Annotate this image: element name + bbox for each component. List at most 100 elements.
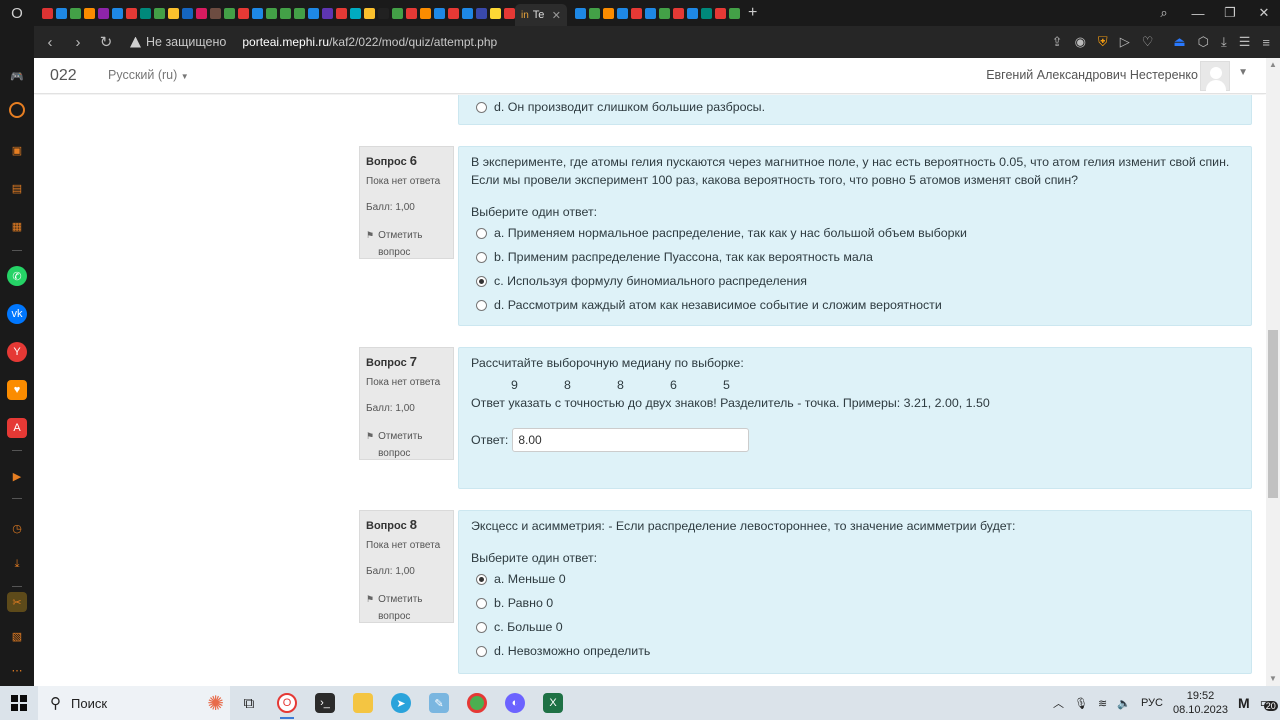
excel-app-icon[interactable]: X <box>534 686 572 720</box>
back-icon[interactable]: ‹ <box>36 26 64 58</box>
settings-icon[interactable]: ☰ <box>1239 34 1251 50</box>
speed-dial-icon[interactable] <box>9 102 25 118</box>
q6-option[interactable]: b. Применим распределение Пуассона, так … <box>476 245 1239 269</box>
taskbar-search[interactable]: ⚲ Поиск ✺ <box>38 686 230 720</box>
chevron-up-icon[interactable]: ︿ <box>1053 695 1064 711</box>
tab-favicon-icon[interactable] <box>294 7 305 19</box>
tab-favicon-icon[interactable] <box>56 7 67 19</box>
q6-radio[interactable] <box>476 299 487 311</box>
course-short-name[interactable]: 022 <box>50 67 77 85</box>
tab-favicon-icon[interactable] <box>392 7 403 19</box>
tab-favicon-icon[interactable] <box>603 7 614 19</box>
flag-question-button[interactable]: ⚑ Отметить вопрос <box>366 428 447 462</box>
yandex-icon[interactable]: Y <box>7 342 27 362</box>
chat-app-icon[interactable]: ◐ <box>496 686 534 720</box>
tab-favicon-icon[interactable] <box>659 7 670 19</box>
forward-icon[interactable]: › <box>64 26 92 58</box>
gamepad-icon[interactable]: 🎮 <box>7 66 27 86</box>
user-name[interactable]: Евгений Александрович Нестеренко <box>986 68 1198 82</box>
page-scrollbar[interactable]: ▲ ▼ <box>1266 58 1280 686</box>
download-icon[interactable]: ⤓ <box>1221 34 1227 50</box>
tab-favicon-icon[interactable] <box>42 7 53 19</box>
heart-icon[interactable]: ♡ <box>1142 34 1154 50</box>
history-icon[interactable]: ◷ <box>7 518 27 538</box>
q6-option[interactable]: d. Рассмотрим каждый атом как независимо… <box>476 293 1239 317</box>
tab-favicon-icon[interactable] <box>504 7 515 19</box>
menu-icon[interactable]: ≡ <box>1262 35 1270 50</box>
q6-option[interactable]: c. Используя формулу биномиального распр… <box>476 269 1239 293</box>
gallery-icon[interactable]: ▧ <box>7 626 27 646</box>
language-menu[interactable]: Русский (ru) ▼ <box>108 68 189 82</box>
tab-favicon-icon[interactable] <box>715 7 726 19</box>
tab-favicon-icon[interactable] <box>645 7 656 19</box>
tab-favicon-icon[interactable] <box>448 7 459 19</box>
chrome-app-icon[interactable] <box>458 686 496 720</box>
url-field[interactable]: porteai.mephi.ru/kaf2/022/mod/quiz/attem… <box>242 35 497 49</box>
tab-favicon-icon[interactable] <box>336 7 347 19</box>
start-button[interactable] <box>0 686 38 720</box>
flow-icon[interactable]: ⏏ <box>1173 34 1185 50</box>
tab-close-icon[interactable]: ✕ <box>552 9 561 22</box>
telegram-app-icon[interactable]: ➤ <box>382 686 420 720</box>
tab-favicon-icon[interactable] <box>112 7 123 19</box>
tab-favicon-icon[interactable] <box>224 7 235 19</box>
camera-icon[interactable]: ◉ <box>1075 34 1086 50</box>
tab-favicon-icon[interactable] <box>729 7 740 19</box>
tab-favicon-icon[interactable] <box>280 7 291 19</box>
opera-logo-icon[interactable]: O <box>0 0 34 26</box>
tab-favicon-icon[interactable] <box>364 7 375 19</box>
tab-favicon-icon[interactable] <box>154 7 165 19</box>
tab-favicon-icon[interactable] <box>701 7 712 19</box>
shield-icon[interactable]: ⛨ <box>1098 34 1108 50</box>
q6-option[interactable]: a. Применяем нормальное распределение, т… <box>476 221 1239 245</box>
task-view-icon[interactable]: ⧉ <box>230 686 268 720</box>
tab-favicon-icon[interactable] <box>476 7 487 19</box>
reload-icon[interactable]: ↻ <box>92 26 120 58</box>
answer-input[interactable] <box>512 428 750 452</box>
tab-favicon-icon[interactable] <box>238 7 249 19</box>
tab-favicon-icon[interactable] <box>252 7 263 19</box>
tab-favicon-icon[interactable] <box>182 7 193 19</box>
bag-icon[interactable]: ▣ <box>7 140 27 160</box>
tab-favicon-icon[interactable] <box>210 7 221 19</box>
tab-favicon-icon[interactable] <box>84 7 95 19</box>
widget-icon[interactable]: M <box>1238 695 1250 711</box>
minimize-icon[interactable]: — <box>1182 0 1214 26</box>
share-icon[interactable]: ⇪ <box>1052 34 1063 50</box>
tab-favicon-icon[interactable] <box>126 7 137 19</box>
active-tab[interactable]: in Te ✕ <box>515 4 567 26</box>
clock[interactable]: 19:52 08.10.2023 <box>1173 689 1228 717</box>
explorer-app-icon[interactable] <box>344 686 382 720</box>
whatsapp-icon[interactable]: ✆ <box>7 266 27 286</box>
tab-favicon-icon[interactable] <box>420 7 431 19</box>
workspace-icon[interactable]: ▦ <box>7 216 27 236</box>
user-menu-caret-icon[interactable]: ▼ <box>1238 67 1248 78</box>
tab-favicon-icon[interactable] <box>589 7 600 19</box>
security-indicator[interactable]: Не защищено <box>130 35 226 49</box>
cube-icon[interactable]: ⬡ <box>1198 34 1209 50</box>
tab-favicon-icon[interactable] <box>322 7 333 19</box>
q6-radio[interactable] <box>476 251 487 263</box>
downloads-icon[interactable]: ⤓ <box>7 554 27 574</box>
tab-favicon-icon[interactable] <box>378 7 389 19</box>
avatar[interactable] <box>1200 61 1230 92</box>
close-window-icon[interactable]: ✕ <box>1248 0 1280 26</box>
tab-favicon-icon[interactable] <box>617 7 628 19</box>
q6-radio[interactable] <box>476 227 487 239</box>
terminal-app-icon[interactable]: ›_ <box>306 686 344 720</box>
paint-app-icon[interactable]: ✎ <box>420 686 458 720</box>
microphone-icon[interactable]: 🎙 <box>1074 697 1088 710</box>
tab-favicon-icon[interactable] <box>168 7 179 19</box>
q8-option[interactable]: d. Невозможно определить <box>476 639 1239 663</box>
q6-radio[interactable] <box>476 275 487 287</box>
q8-radio[interactable] <box>476 621 487 633</box>
tab-favicon-icon[interactable] <box>462 7 473 19</box>
scroll-up-icon[interactable]: ▲ <box>1266 58 1280 72</box>
notifications-icon[interactable]: ▭20 <box>1260 695 1278 711</box>
tab-favicon-icon[interactable] <box>98 7 109 19</box>
flag-question-button[interactable]: ⚑ Отметить вопрос <box>366 591 447 625</box>
wifi-icon[interactable]: ≋ <box>1098 697 1107 710</box>
q8-radio[interactable] <box>476 597 487 609</box>
translate-icon[interactable]: A <box>7 418 27 438</box>
mail-icon[interactable]: ♥ <box>7 380 27 400</box>
